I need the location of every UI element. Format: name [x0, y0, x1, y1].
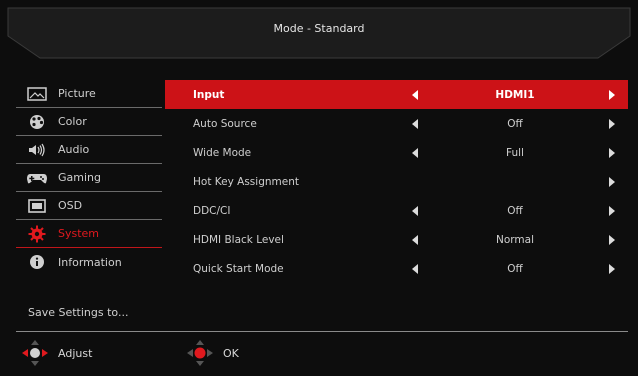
sidebar-item-label: Information	[58, 255, 122, 269]
arrow-right-icon[interactable]	[609, 90, 615, 100]
setting-row-hot-key-assignment[interactable]: Hot Key Assignment	[165, 167, 628, 196]
sidebar-item-label: Picture	[58, 87, 96, 100]
sidebar-item-audio[interactable]: Audio	[16, 136, 162, 164]
sidebar-item-picture[interactable]: Picture	[16, 80, 162, 108]
setting-row-ddc-ci[interactable]: DDC/CI Off	[165, 196, 628, 225]
sidebar-item-system[interactable]: System	[16, 220, 162, 248]
sidebar: Picture Color Audio Gaming OSD System In…	[16, 80, 162, 276]
picture-icon	[26, 86, 48, 102]
footer-divider	[16, 331, 628, 332]
arrow-right-icon[interactable]	[609, 119, 615, 129]
setting-row-wide-mode[interactable]: Wide Mode Full	[165, 138, 628, 167]
setting-label: Input	[193, 88, 225, 101]
arrow-left-icon[interactable]	[412, 119, 418, 129]
arrow-left-icon[interactable]	[412, 206, 418, 216]
setting-label: Auto Source	[193, 117, 257, 130]
setting-label: HDMI Black Level	[193, 233, 284, 246]
arrow-right-icon[interactable]	[609, 264, 615, 274]
osd-icon	[26, 198, 48, 214]
save-settings-button[interactable]: Save Settings to...	[28, 306, 128, 319]
setting-row-input[interactable]: Input HDMI1	[165, 80, 628, 109]
setting-value: Off	[507, 117, 523, 130]
color-palette-icon	[26, 114, 48, 130]
setting-label: Hot Key Assignment	[193, 175, 299, 188]
joystick-left-right-icon	[22, 340, 48, 366]
sidebar-item-label: Gaming	[58, 171, 101, 184]
setting-label: Quick Start Mode	[193, 262, 284, 275]
ok-hint: OK	[185, 338, 239, 368]
sidebar-item-label: Color	[58, 115, 87, 128]
setting-row-auto-source[interactable]: Auto Source Off	[165, 109, 628, 138]
adjust-hint: Adjust	[20, 338, 92, 368]
speaker-icon	[26, 142, 48, 158]
sidebar-item-information[interactable]: Information	[16, 248, 162, 276]
gear-icon	[26, 225, 48, 242]
sidebar-item-label: OSD	[58, 199, 83, 212]
adjust-label: Adjust	[58, 346, 93, 360]
sidebar-item-label: System	[58, 227, 100, 240]
gamepad-icon	[26, 170, 48, 186]
arrow-right-icon[interactable]	[609, 235, 615, 245]
sidebar-item-color[interactable]: Color	[16, 108, 162, 136]
setting-value: Off	[507, 262, 523, 275]
arrow-right-icon[interactable]	[609, 148, 615, 158]
sidebar-item-gaming[interactable]: Gaming	[16, 164, 162, 192]
ok-label: OK	[223, 346, 239, 360]
osd-menu: Mode - Standard Picture Color Audio Gami…	[0, 0, 638, 376]
setting-label: Wide Mode	[193, 146, 252, 159]
arrow-left-icon[interactable]	[412, 148, 418, 158]
arrow-left-icon[interactable]	[412, 235, 418, 245]
arrow-left-icon[interactable]	[412, 90, 418, 100]
setting-value: HDMI1	[495, 88, 535, 101]
sidebar-item-osd[interactable]: OSD	[16, 192, 162, 220]
info-icon	[26, 254, 48, 270]
setting-row-quick-start-mode[interactable]: Quick Start Mode Off	[165, 254, 628, 283]
sidebar-item-label: Audio	[58, 143, 90, 156]
setting-value: Normal	[496, 233, 534, 246]
setting-label: DDC/CI	[193, 204, 231, 217]
header-bar: Mode - Standard	[0, 0, 638, 62]
page-title: Mode - Standard	[273, 22, 365, 35]
joystick-press-icon	[187, 340, 213, 366]
setting-value: Off	[507, 204, 523, 217]
arrow-left-icon[interactable]	[412, 264, 418, 274]
arrow-right-icon[interactable]	[609, 177, 615, 187]
settings-list: Input HDMI1 Auto Source Off Wide Mode Fu…	[165, 80, 628, 283]
setting-value: Full	[506, 146, 524, 159]
setting-row-hdmi-black-level[interactable]: HDMI Black Level Normal	[165, 225, 628, 254]
arrow-right-icon[interactable]	[609, 206, 615, 216]
